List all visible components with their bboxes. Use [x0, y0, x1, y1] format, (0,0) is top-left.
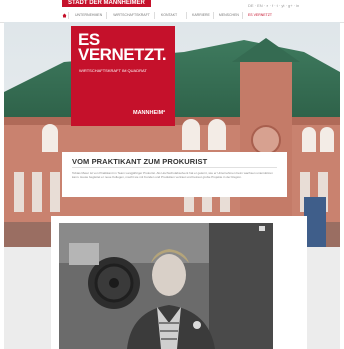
- nav-item-es-vernetzt[interactable]: ES VERNETZT: [241, 12, 275, 19]
- article-body: Tobias Meier ist von Praktikant im Team …: [72, 171, 273, 179]
- side-panel-left: [4, 247, 51, 349]
- nav-item-wirtschaftskraft[interactable]: WIRTSCHAFTSKRAFT: [106, 12, 154, 19]
- brand-logo: MANNHEIM²: [133, 110, 166, 116]
- portrait-illustration: [59, 223, 273, 349]
- primary-nav: UNTERNEHMEN WIRTSCHAFTSKRAFT KONTAKT: [68, 12, 181, 19]
- article-card: VOM PRAKTIKANT ZUM PROKURIST Tobias Meie…: [62, 152, 287, 197]
- nav-item-unternehmen[interactable]: UNTERNEHMEN: [68, 12, 106, 19]
- utility-links[interactable]: DE · EN · ⌕ · f · t · yt · g+ · in: [248, 3, 299, 8]
- nav-item-menschen[interactable]: MENSCHEN: [212, 12, 242, 19]
- secondary-nav: KARRIERE MENSCHEN ES VERNETZT: [186, 12, 275, 19]
- nav-item-kontakt[interactable]: KONTAKT: [153, 12, 181, 19]
- site-title-bar[interactable]: STADT DER MANNHEIMER: [62, 0, 151, 7]
- promo-subline: WIRTSCHAFTSKRAFT IM QUADRAT: [79, 68, 147, 73]
- top-bar: STADT DER MANNHEIMER DE · EN · ⌕ · f · t…: [0, 0, 344, 23]
- side-panel-right: [307, 247, 340, 349]
- promo-headline: ES VERNETZT.: [78, 31, 167, 64]
- article-title: VOM PRAKTIKANT ZUM PROKURIST: [72, 157, 208, 166]
- promo-headline-line2: VERNETZT.: [78, 45, 167, 64]
- nav-item-karriere[interactable]: KARRIERE: [186, 12, 213, 19]
- promo-box[interactable]: ES VERNETZT. WIRTSCHAFTSKRAFT IM QUADRAT…: [71, 26, 175, 126]
- home-icon[interactable]: [62, 13, 67, 18]
- divider: [72, 167, 277, 168]
- portrait-photo[interactable]: [59, 223, 273, 349]
